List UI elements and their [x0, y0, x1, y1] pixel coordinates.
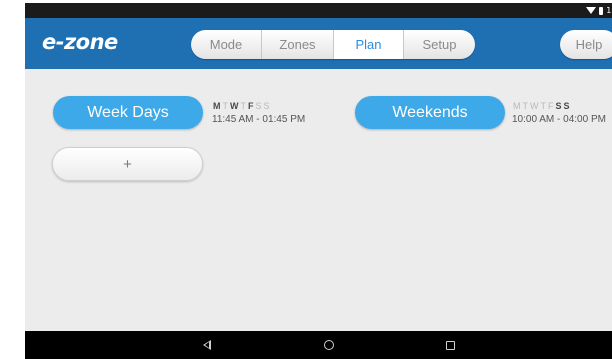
back-button[interactable] [199, 337, 215, 353]
add-plan-button[interactable]: + [52, 147, 203, 181]
day-letter: T [240, 101, 248, 111]
home-icon [324, 340, 334, 350]
tab-plan[interactable]: Plan [334, 30, 404, 59]
day-letter: M [213, 101, 223, 111]
plan-days-week-days: MTWTFSS [213, 101, 272, 111]
tab-setup[interactable]: Setup [404, 30, 475, 59]
back-icon [203, 340, 211, 350]
app-bar: e-zone Mode Zones Plan Setup Help [25, 18, 612, 69]
day-letter: S [563, 101, 572, 111]
recents-icon [446, 341, 455, 350]
wifi-icon [586, 7, 597, 14]
plan-button-weekends[interactable]: Weekends [355, 96, 505, 129]
day-letter: T [222, 101, 230, 111]
day-letter: T [540, 101, 548, 111]
home-button[interactable] [321, 337, 337, 353]
device-screen: 1: e-zone Mode Zones Plan Setup Help Wee… [25, 3, 612, 359]
battery-icon [599, 6, 604, 15]
tab-mode[interactable]: Mode [191, 30, 262, 59]
plan-time-weekends: 10:00 AM - 04:00 PM [512, 114, 606, 125]
day-letter: M [513, 101, 523, 111]
plan-days-weekends: MTWTFSS [513, 101, 572, 111]
day-letter: W [530, 101, 541, 111]
day-letter: F [248, 101, 256, 111]
plan-button-week-days[interactable]: Week Days [53, 96, 203, 129]
tab-zones[interactable]: Zones [262, 30, 334, 59]
status-time: 1: [606, 6, 612, 15]
day-letter: F [548, 101, 556, 111]
day-letter: S [255, 101, 264, 111]
system-nav-bar [25, 331, 612, 359]
plan-time-week-days: 11:45 AM - 01:45 PM [212, 114, 306, 125]
recents-button[interactable] [442, 337, 458, 353]
status-bar: 1: [25, 3, 612, 18]
day-letter: W [230, 101, 241, 111]
day-letter: S [263, 101, 272, 111]
help-button[interactable]: Help [560, 30, 612, 59]
status-icons: 1: [586, 3, 612, 18]
day-letter: T [522, 101, 530, 111]
day-letter: S [555, 101, 564, 111]
main-tabs: Mode Zones Plan Setup [191, 30, 475, 59]
app-logo: e-zone [42, 30, 118, 54]
